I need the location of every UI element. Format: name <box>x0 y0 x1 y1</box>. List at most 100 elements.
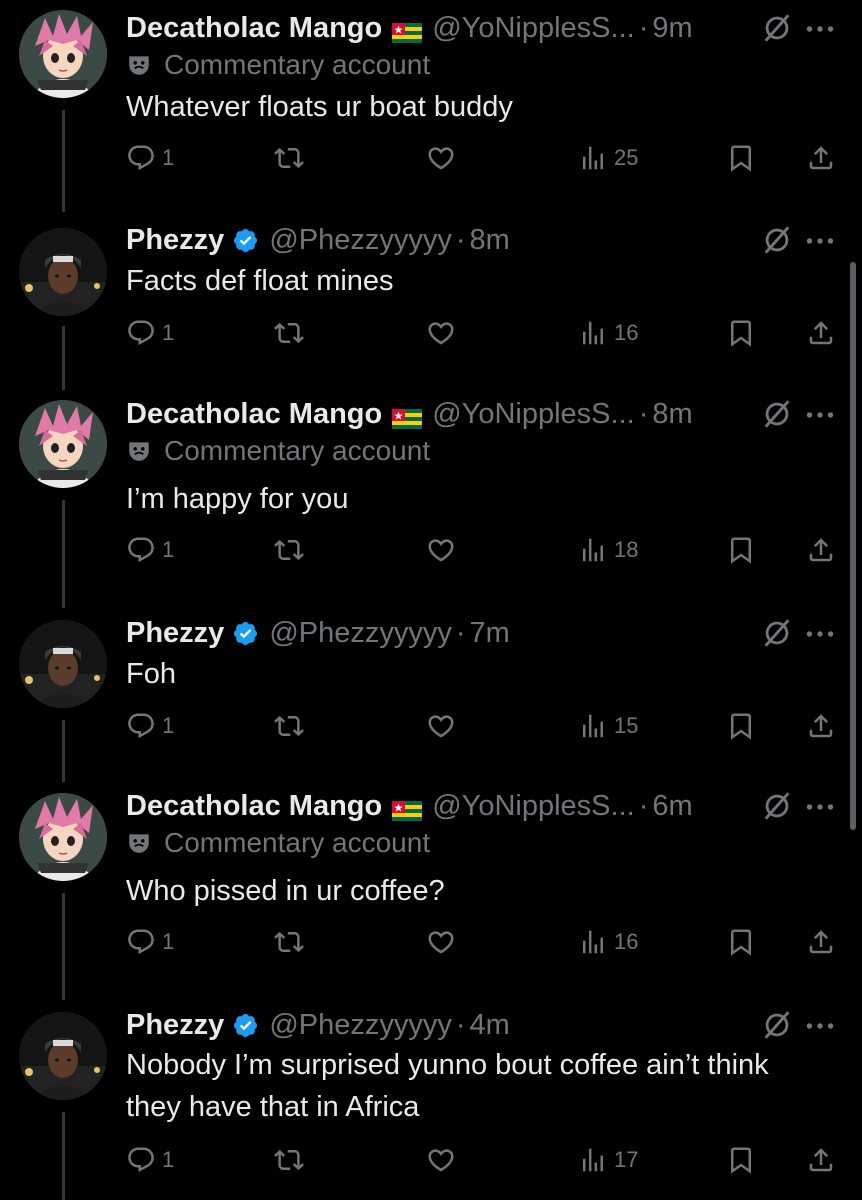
views-button[interactable]: 25 <box>578 138 638 178</box>
tweet-header: Decatholac Mango @YoNipplesS... · 8m <box>126 392 693 436</box>
display-name[interactable]: Decatholac Mango <box>126 12 382 45</box>
timestamp[interactable]: 8m <box>470 224 510 257</box>
like-button[interactable] <box>426 138 462 178</box>
avatar[interactable] <box>19 620 107 708</box>
more-icon[interactable] <box>802 397 838 431</box>
verified-badge-icon[interactable] <box>232 620 259 647</box>
like-button[interactable] <box>426 530 462 570</box>
display-name[interactable]: Phezzy <box>126 1009 224 1042</box>
views-button[interactable]: 16 <box>578 922 638 962</box>
views-icon <box>578 711 608 741</box>
bookmark-button[interactable] <box>726 706 756 746</box>
timestamp[interactable]: 6m <box>652 790 692 823</box>
avatar[interactable] <box>19 228 107 316</box>
handle[interactable]: @YoNipplesS... <box>432 12 634 45</box>
share-button[interactable] <box>806 922 836 962</box>
commentary-label-text: Commentary account <box>164 435 431 466</box>
views-button[interactable]: 16 <box>578 313 638 353</box>
verified-badge-icon[interactable] <box>232 1012 259 1039</box>
like-button[interactable] <box>426 313 462 353</box>
avatar[interactable] <box>19 793 107 881</box>
more-icon[interactable] <box>802 11 838 45</box>
share-button[interactable] <box>806 1140 836 1180</box>
action-bar: 1 17 <box>126 1140 846 1180</box>
grok-icon[interactable] <box>760 616 794 650</box>
share-button[interactable] <box>806 706 836 746</box>
avatar[interactable] <box>19 10 107 98</box>
verified-badge-icon[interactable] <box>232 227 259 254</box>
display-name[interactable]: Phezzy <box>126 617 224 650</box>
more-icon[interactable] <box>802 789 838 823</box>
avatar[interactable] <box>19 1012 107 1100</box>
bookmark-button[interactable] <box>726 313 756 353</box>
display-name[interactable]: Phezzy <box>126 224 224 257</box>
timestamp[interactable]: 4m <box>470 1009 510 1042</box>
bookmark-button[interactable] <box>726 1140 756 1180</box>
reply-button[interactable]: 1 <box>126 138 174 178</box>
togo-flag-icon <box>392 18 423 43</box>
tweet-header: Decatholac Mango @YoNipplesS... · 9m <box>126 6 693 50</box>
retweet-button[interactable] <box>274 530 310 570</box>
more-icon[interactable] <box>802 616 838 650</box>
views-icon <box>578 143 608 173</box>
view-count: 16 <box>614 320 639 345</box>
more-icon[interactable] <box>802 223 838 257</box>
retweet-button[interactable] <box>274 1140 310 1180</box>
more-icon[interactable] <box>802 1008 838 1042</box>
share-icon <box>806 318 836 348</box>
display-name[interactable]: Decatholac Mango <box>126 790 382 823</box>
retweet-button[interactable] <box>274 922 310 962</box>
action-bar: 1 15 <box>126 706 846 746</box>
separator-dot: · <box>638 11 649 44</box>
retweet-button[interactable] <box>274 706 310 746</box>
tweet-text: Nobody I’m surprised yunno bout coffee a… <box>126 1049 769 1123</box>
avatar[interactable] <box>19 400 107 488</box>
like-button[interactable] <box>426 922 462 962</box>
bookmark-button[interactable] <box>726 922 756 962</box>
views-button[interactable]: 17 <box>578 1140 638 1180</box>
reply-button[interactable]: 1 <box>126 706 174 746</box>
share-button[interactable] <box>806 313 836 353</box>
heart-icon <box>426 927 456 957</box>
scrollbar[interactable] <box>850 262 856 830</box>
handle[interactable]: @YoNipplesS... <box>432 398 634 431</box>
reply-button[interactable]: 1 <box>126 530 174 570</box>
bookmark-button[interactable] <box>726 530 756 570</box>
view-count: 16 <box>614 929 639 954</box>
retweet-button[interactable] <box>274 138 310 178</box>
togo-flag-icon <box>392 796 423 821</box>
handle[interactable]: @YoNipplesS... <box>432 790 634 823</box>
bookmark-button[interactable] <box>726 138 756 178</box>
timestamp[interactable]: 9m <box>652 12 692 45</box>
retweet-button[interactable] <box>274 313 310 353</box>
grok-icon[interactable] <box>760 1008 794 1042</box>
retweet-icon <box>274 143 304 173</box>
timestamp[interactable]: 8m <box>652 398 692 431</box>
action-bar: 1 18 <box>126 530 846 570</box>
like-button[interactable] <box>426 706 462 746</box>
grok-icon[interactable] <box>760 223 794 257</box>
views-button[interactable]: 15 <box>578 706 638 746</box>
share-button[interactable] <box>806 138 836 178</box>
handle[interactable]: @Phezzyyyyy <box>269 1009 452 1042</box>
retweet-icon <box>274 711 304 741</box>
reply-button[interactable]: 1 <box>126 922 174 962</box>
handle[interactable]: @Phezzyyyyy <box>269 617 452 650</box>
like-button[interactable] <box>426 1140 462 1180</box>
tweet-header: Phezzy @Phezzyyyyy · 8m <box>126 218 510 262</box>
grok-icon[interactable] <box>760 789 794 823</box>
grok-icon[interactable] <box>760 11 794 45</box>
reply-button[interactable]: 1 <box>126 313 174 353</box>
display-name[interactable]: Decatholac Mango <box>126 398 382 431</box>
share-button[interactable] <box>806 530 836 570</box>
reply-button[interactable]: 1 <box>126 1140 174 1180</box>
grok-icon[interactable] <box>760 397 794 431</box>
commentary-label: Commentary account <box>126 824 430 862</box>
heart-icon <box>426 318 456 348</box>
views-button[interactable]: 18 <box>578 530 638 570</box>
timestamp[interactable]: 7m <box>470 617 510 650</box>
heart-icon <box>426 535 456 565</box>
action-bar: 1 16 <box>126 313 846 353</box>
bookmark-icon <box>726 927 756 957</box>
handle[interactable]: @Phezzyyyyy <box>269 224 452 257</box>
